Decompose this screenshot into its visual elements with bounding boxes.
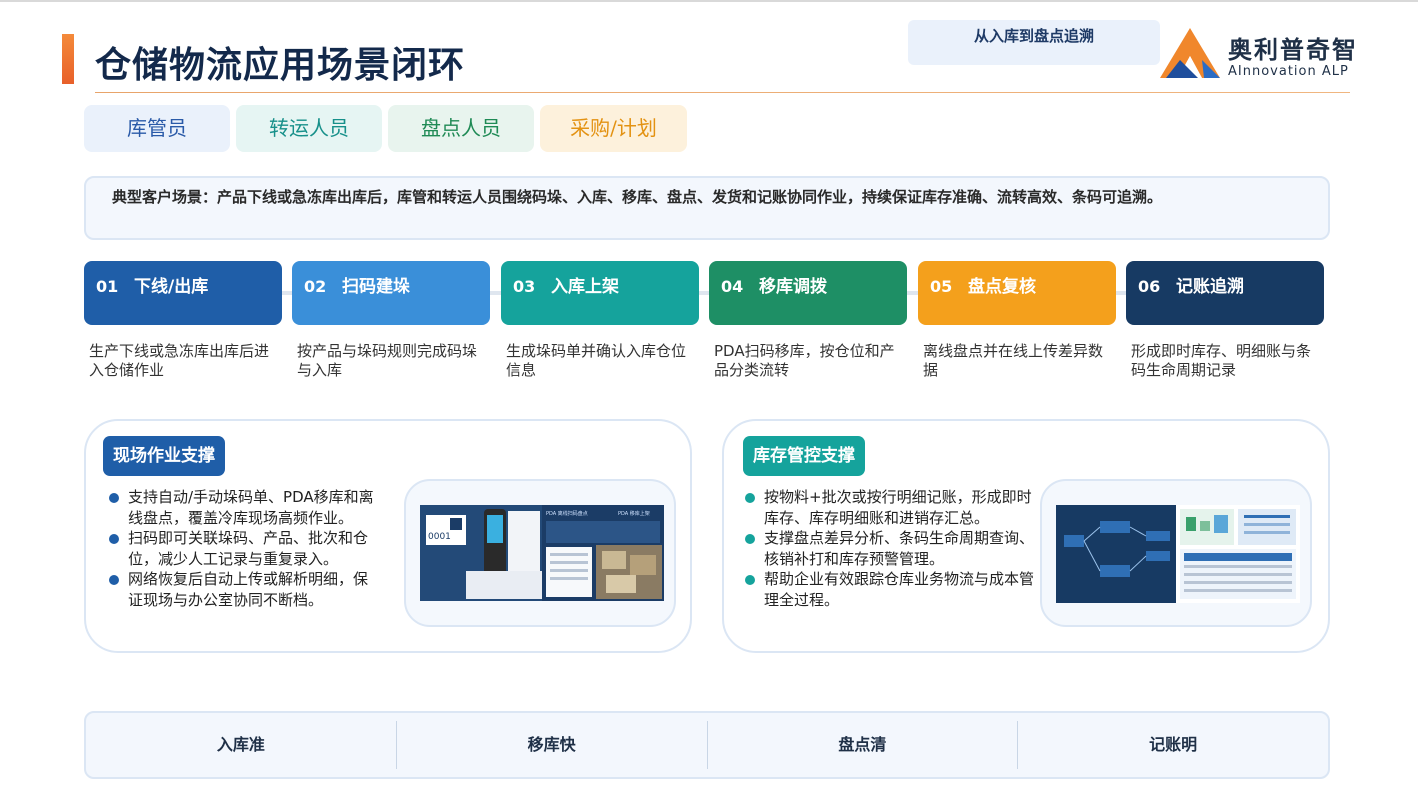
step-number: 04: [721, 277, 744, 296]
bullet-dot-icon: [109, 575, 119, 585]
step-label: 记账追溯: [1176, 277, 1244, 297]
shot-label-code: 0001: [428, 532, 451, 542]
step-label: 移库调拨: [759, 277, 827, 297]
step-label: 扫码建垛: [342, 277, 410, 297]
inventory-dashboard-image: [1040, 479, 1312, 627]
summary-item: 盘点清: [708, 721, 1019, 769]
pda-collage-graphic: 0001 PDA 离线扫码盘点 PDA 移库上架: [420, 505, 664, 601]
bullet-text: 扫码即可关联垛码、产品、批次和仓位，减少人工记录与重复录入。: [128, 529, 369, 568]
bullet-dot-icon: [109, 493, 119, 503]
step-number: 05: [930, 277, 953, 296]
summary-bar: 入库准 移库快 盘点清 记账明: [84, 711, 1330, 779]
bullet-text: 网络恢复后自动上传或解析明细，保证现场与办公室协同不断档。: [128, 570, 369, 609]
bullet-item: 支撑盘点差异分析、条码生命周期查询、核销补打和库存预警管理。: [742, 528, 1042, 569]
role-tag-warehouse-keeper: 库管员: [84, 105, 230, 152]
title-accent-bar: [62, 34, 74, 84]
shot-label-transfer: PDA 移库上架: [618, 510, 650, 517]
bullet-text: 支撑盘点差异分析、条码生命周期查询、核销补打和库存预警管理。: [764, 529, 1035, 568]
summary-item: 记账明: [1149, 735, 1198, 754]
step-description: 按产品与垛码规则完成码垛与入库: [297, 342, 478, 379]
logo-text-cn: 奥利普奇智: [1228, 36, 1358, 64]
company-logo: 奥利普奇智 AInnovation ALP: [1158, 26, 1358, 82]
panel-badge: 库存管控支撑: [743, 436, 865, 476]
step-card-accounting-trace: 06 记账追溯: [1126, 261, 1324, 325]
step-description: 形成即时库存、明细账与条码生命周期记录: [1131, 342, 1312, 379]
step-number: 03: [513, 277, 536, 296]
step-description: PDA扫码移库，按仓位和产品分类流转: [714, 342, 895, 379]
step-description: 生成垛码单并确认入库仓位信息: [506, 342, 687, 379]
bullet-text: 按物料+批次或按行明细记账，形成即时库存、库存明细账和进销存汇总。: [764, 488, 1032, 527]
bullet-dot-icon: [745, 575, 755, 585]
page-title: 仓储物流应用场景闭环: [95, 45, 466, 86]
bullet-item: 按物料+批次或按行明细记账，形成即时库存、库存明细账和进销存汇总。: [742, 487, 1042, 528]
step-number: 02: [304, 277, 327, 296]
panel-badge: 现场作业支撑: [103, 436, 225, 476]
role-tag-purchasing-planning: 采购/计划: [540, 105, 687, 152]
step-card-offline-outbound: 01 下线/出库: [84, 261, 282, 325]
bullet-dot-icon: [745, 493, 755, 503]
bullet-text: 支持自动/手动垛码单、PDA移库和离线盘点，覆盖冷库现场高频作业。: [128, 488, 374, 527]
title-underline: [95, 92, 1350, 93]
step-card-transfer: 04 移库调拨: [709, 261, 907, 325]
step-number: 06: [1138, 277, 1161, 296]
step-card-inventory-check: 05 盘点复核: [918, 261, 1116, 325]
summary-item: 移库快: [397, 721, 708, 769]
step-label: 下线/出库: [134, 277, 209, 297]
bullet-item: 扫码即可关联垛码、产品、批次和仓位，减少人工记录与重复录入。: [106, 528, 381, 569]
panel-field-operations: 现场作业支撑 支持自动/手动垛码单、PDA移库和离线盘点，覆盖冷库现场高频作业。…: [84, 419, 692, 653]
role-tag-inventory-staff: 盘点人员: [388, 105, 534, 152]
bullet-list: 按物料+批次或按行明细记账，形成即时库存、库存明细账和进销存汇总。 支撑盘点差异…: [742, 487, 1042, 610]
step-label: 入库上架: [551, 277, 619, 297]
bullet-item: 支持自动/手动垛码单、PDA移库和离线盘点，覆盖冷库现场高频作业。: [106, 487, 381, 528]
tagline-box: 从入库到盘点追溯: [908, 20, 1160, 65]
top-divider: [0, 0, 1418, 2]
bullet-dot-icon: [109, 534, 119, 544]
step-card-scan-stacking: 02 扫码建垛: [292, 261, 490, 325]
bullet-text: 帮助企业有效跟踪仓库业务物流与成本管理全过程。: [764, 570, 1035, 609]
step-description: 离线盘点并在线上传差异数据: [923, 342, 1104, 379]
dashboard-collage-graphic: [1056, 505, 1300, 603]
logo-mark-icon: [1160, 28, 1220, 78]
shot-label-offline: PDA 离线扫码盘点: [546, 510, 588, 517]
step-number: 01: [96, 277, 119, 296]
bullet-list: 支持自动/手动垛码单、PDA移库和离线盘点，覆盖冷库现场高频作业。 扫码即可关联…: [106, 487, 381, 610]
summary-item: 入库准: [86, 721, 397, 769]
step-label: 盘点复核: [968, 277, 1036, 297]
step-description: 生产下线或急冻库出库后进入仓储作业: [89, 342, 270, 379]
bullet-item: 帮助企业有效跟踪仓库业务物流与成本管理全过程。: [742, 569, 1042, 610]
logo-text-en: AInnovation ALP: [1228, 64, 1349, 79]
panel-inventory-control: 库存管控支撑 按物料+批次或按行明细记账，形成即时库存、库存明细账和进销存汇总。…: [722, 419, 1330, 653]
step-card-inbound-shelving: 03 入库上架: [501, 261, 699, 325]
bullet-item: 网络恢复后自动上传或解析明细，保证现场与办公室协同不断档。: [106, 569, 381, 610]
role-tag-transfer-staff: 转运人员: [236, 105, 382, 152]
bullet-dot-icon: [745, 534, 755, 544]
pda-screenshot-image: 0001 PDA 离线扫码盘点 PDA 移库上架: [404, 479, 676, 627]
scenario-description: 典型客户场景：产品下线或急冻库出库后，库管和转运人员围绕码垛、入库、移库、盘点、…: [84, 176, 1330, 240]
